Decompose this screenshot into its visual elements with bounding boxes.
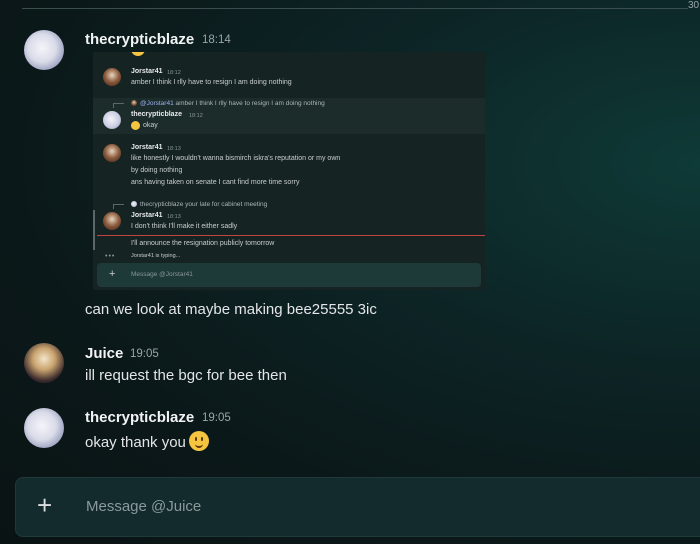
avatar bbox=[103, 68, 121, 86]
avatar bbox=[103, 212, 121, 230]
reply-connector bbox=[113, 103, 124, 108]
message-text: ill request the bgc for bee then bbox=[85, 367, 287, 384]
selection-bar bbox=[93, 210, 95, 250]
author-name[interactable]: thecrypticblaze bbox=[85, 31, 194, 48]
message-text: like honestly I wouldn't wanna bismirch … bbox=[131, 155, 341, 162]
emoji-icon bbox=[131, 121, 140, 130]
avatar[interactable] bbox=[24, 408, 64, 448]
plus-icon: + bbox=[109, 268, 116, 280]
timestamp: 19:05 bbox=[202, 412, 231, 424]
author-name[interactable]: Juice bbox=[85, 345, 123, 362]
embed-message-input: + Message @Jorstar41 bbox=[97, 263, 481, 287]
attached-screenshot-image[interactable]: Jorstar41 18:12 amber I think I rlly hav… bbox=[93, 52, 485, 290]
message-input[interactable]: Message @Juice bbox=[86, 498, 201, 515]
reply-text: your late for cabinet meeting bbox=[185, 201, 268, 208]
new-messages-divider bbox=[97, 235, 485, 236]
message-text: amber I think I rlly have to resign I am… bbox=[131, 79, 292, 86]
reply-preview: @Jorstar41 amber I think I rlly have to … bbox=[140, 100, 325, 107]
date-divider-label: 30 bbox=[688, 0, 700, 11]
author-name: Jorstar41 bbox=[131, 144, 163, 151]
typing-dots-icon: ••• bbox=[105, 253, 116, 260]
message-text: I don't think I'll make it either sadly bbox=[131, 223, 238, 230]
timestamp: 19:05 bbox=[130, 348, 159, 360]
timestamp: 18:13 bbox=[167, 214, 181, 220]
message-text: I'll announce the resignation publicly t… bbox=[131, 240, 275, 247]
timestamp: 18:14 bbox=[202, 34, 231, 46]
avatar bbox=[103, 144, 121, 162]
reply-connector bbox=[113, 204, 124, 209]
message-text: okay thank you bbox=[85, 431, 209, 451]
slightly-smiling-face-icon bbox=[188, 431, 209, 451]
message-text-content: okay thank you bbox=[85, 434, 186, 451]
message-composer[interactable]: + Message @Juice bbox=[15, 477, 700, 537]
message-text: okay bbox=[143, 122, 158, 129]
mention: thecrypticblaze bbox=[140, 201, 184, 208]
timestamp: 18:12 bbox=[167, 70, 181, 76]
author-name: Jorstar41 bbox=[131, 68, 163, 75]
avatar bbox=[131, 201, 137, 207]
reply-text: amber I think I rlly have to resign I am… bbox=[175, 100, 325, 107]
author-name: Jorstar41 bbox=[131, 212, 163, 219]
avatar bbox=[131, 100, 137, 106]
top-divider bbox=[22, 8, 688, 9]
emoji-icon bbox=[131, 52, 145, 56]
avatar bbox=[103, 111, 121, 129]
avatar[interactable] bbox=[24, 30, 64, 70]
typing-indicator: Jorstar41 is typing... bbox=[131, 253, 181, 259]
timestamp: 18:12 bbox=[189, 113, 203, 119]
plus-icon[interactable]: + bbox=[37, 491, 52, 519]
mention: @Jorstar41 bbox=[140, 100, 174, 107]
message-text: ans having taken on senate I cant find m… bbox=[131, 179, 300, 186]
message-text: by doing nothing bbox=[131, 167, 183, 174]
author-name: thecrypticblaze bbox=[131, 111, 182, 118]
message-text: can we look at maybe making bee25555 3ic bbox=[85, 301, 377, 318]
reply-preview: thecrypticblaze your late for cabinet me… bbox=[140, 201, 267, 208]
avatar[interactable] bbox=[24, 343, 64, 383]
input-placeholder: Message @Jorstar41 bbox=[131, 271, 193, 278]
timestamp: 18:13 bbox=[167, 146, 181, 152]
author-name[interactable]: thecrypticblaze bbox=[85, 409, 194, 426]
